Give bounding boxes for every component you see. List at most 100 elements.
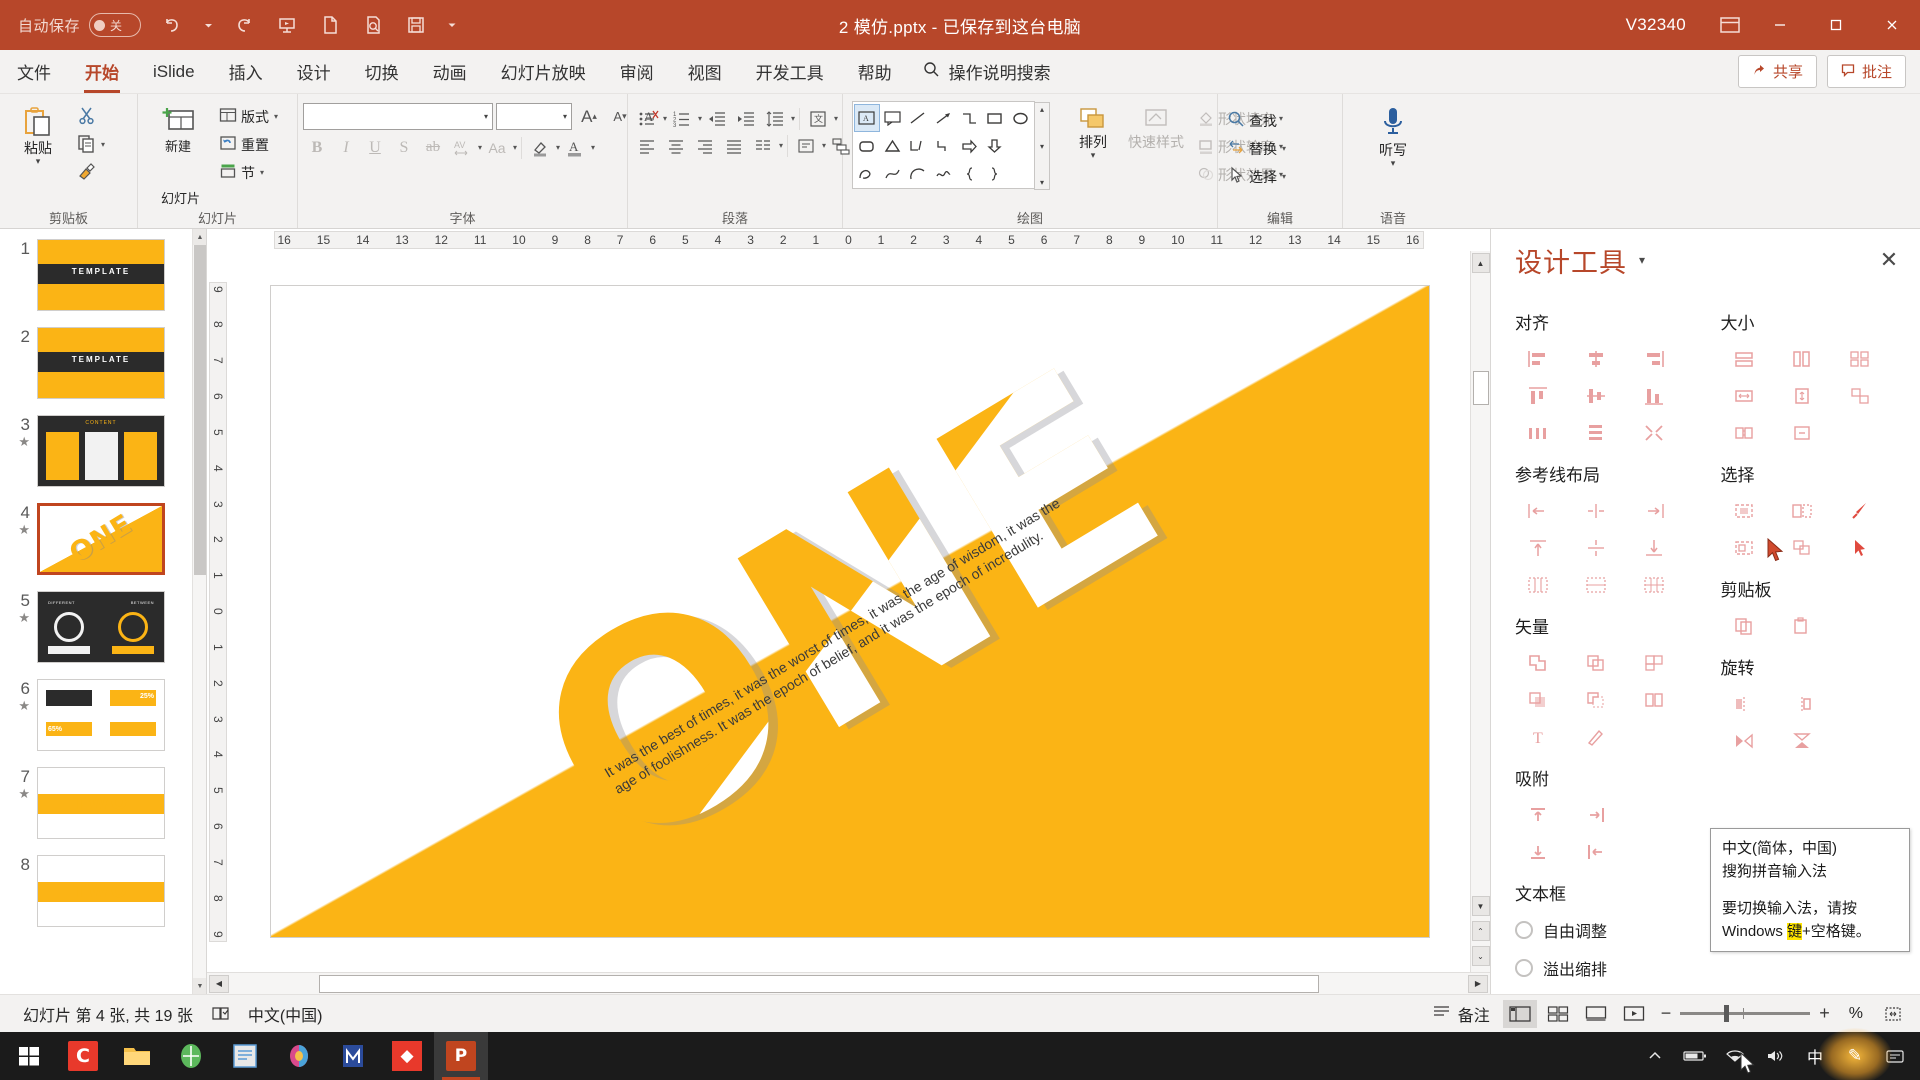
guide-grid-icon[interactable]	[1515, 566, 1561, 603]
maximize-button[interactable]	[1808, 0, 1864, 50]
slideshow-icon[interactable]	[1617, 1000, 1651, 1028]
combine-icon[interactable]	[1573, 644, 1619, 681]
thumbnail-image[interactable]: ONE	[37, 503, 165, 575]
guide-column-icon[interactable]	[1573, 566, 1619, 603]
copy-shape-icon[interactable]	[1721, 607, 1767, 644]
shape-freeform-icon[interactable]	[854, 160, 880, 188]
shape-right-brace-icon[interactable]	[982, 160, 1008, 188]
shape-triangle-icon[interactable]	[880, 132, 906, 160]
align-right-icon[interactable]	[691, 132, 719, 159]
zoom-percentage[interactable]: %	[1840, 1000, 1872, 1028]
taskbar-app-powerpoint[interactable]: P	[434, 1032, 488, 1080]
font-size-caret[interactable]: ▾	[563, 112, 567, 121]
shape-arrow-icon[interactable]	[931, 104, 957, 132]
slide-vscroll-thumb[interactable]	[1472, 371, 1489, 405]
tab-developer[interactable]: 开发工具	[739, 50, 841, 93]
close-icon[interactable]: ✕	[1874, 247, 1904, 273]
increase-font-size-button[interactable]: A ▴	[575, 103, 603, 130]
language-indicator[interactable]: 中文(中国)	[239, 1000, 332, 1028]
font-name-combo[interactable]: ▾	[303, 103, 493, 130]
snap-top-icon[interactable]	[1515, 796, 1561, 833]
thumbnail-image[interactable]: TEMPLATE	[37, 239, 165, 311]
size-reset-icon[interactable]	[1779, 414, 1825, 451]
tell-me-search[interactable]: 操作说明搜索	[909, 50, 1051, 93]
shapes-gallery-scrollbar[interactable]: ▴ ▾ ▾	[1034, 102, 1050, 190]
previous-slide-icon[interactable]: ⌃	[1471, 921, 1490, 941]
text-highlight-icon[interactable]	[526, 134, 554, 161]
tray-battery-icon[interactable]	[1676, 1032, 1714, 1080]
tab-design[interactable]: 设计	[280, 50, 348, 93]
fit-width-icon[interactable]	[1721, 377, 1767, 414]
reading-view-icon[interactable]	[1579, 1000, 1613, 1028]
select-same-fill-icon[interactable]	[1721, 492, 1767, 529]
cut-button[interactable]	[73, 103, 109, 130]
columns-icon[interactable]	[749, 132, 777, 159]
select-pointer-icon[interactable]	[1837, 529, 1883, 566]
copy-caret[interactable]: ▾	[101, 140, 105, 148]
thumbnail-scroll-thumb[interactable]	[194, 245, 206, 575]
guide-top-icon[interactable]	[1515, 529, 1561, 566]
snap-right-icon[interactable]	[1573, 796, 1619, 833]
same-height-icon[interactable]	[1779, 340, 1825, 377]
tab-insert[interactable]: 插入	[212, 50, 280, 93]
slide-scroll-up-icon[interactable]: ▲	[1471, 253, 1490, 273]
paste-caret[interactable]: ▾	[36, 157, 41, 166]
close-button[interactable]	[1864, 0, 1920, 50]
thumbnail-slide-5[interactable]: 5 ★ DIFFERENT BETWEEN	[0, 591, 192, 679]
customize-qat-caret[interactable]	[439, 5, 465, 45]
thumbnail-scroll-down-icon[interactable]: ▼	[193, 978, 206, 994]
thumbnail-scroll-up-icon[interactable]: ▲	[193, 229, 206, 245]
layout-caret[interactable]: ▾	[274, 112, 278, 120]
taskbar-app-color[interactable]	[272, 1032, 326, 1080]
taskbar-app-browser[interactable]	[164, 1032, 218, 1080]
thumbnail-image[interactable]: CONTENT	[37, 415, 165, 487]
same-width-icon[interactable]	[1721, 340, 1767, 377]
arrange-caret[interactable]: ▾	[1091, 151, 1096, 160]
fit-slide-icon[interactable]	[1876, 1000, 1910, 1028]
font-name-caret[interactable]: ▾	[484, 112, 488, 121]
new-file-icon[interactable]	[310, 5, 350, 45]
ribbon-display-options-icon[interactable]	[1708, 3, 1752, 47]
size-swap-icon[interactable]	[1721, 414, 1767, 451]
thumbnail-image[interactable]: TEMPLATE	[37, 327, 165, 399]
autosave-toggle[interactable]: 关	[89, 13, 142, 37]
rotate-left-icon[interactable]	[1721, 685, 1767, 722]
taskbar-app-editor[interactable]	[218, 1032, 272, 1080]
rotate-right-icon[interactable]	[1779, 685, 1825, 722]
line-spacing-icon[interactable]	[761, 105, 789, 132]
taskbar-app-file-explorer[interactable]	[110, 1032, 164, 1080]
decrease-indent-icon[interactable]	[703, 105, 731, 132]
align-center-icon[interactable]	[662, 132, 690, 159]
slide-scroll-left-icon[interactable]: ◀	[209, 974, 229, 993]
shape-rectangle-icon[interactable]	[982, 104, 1008, 132]
shape-rounded-rect-icon[interactable]	[854, 132, 880, 160]
print-preview-icon[interactable]	[353, 5, 393, 45]
columns-caret[interactable]: ▾	[779, 141, 783, 149]
snap-bottom-icon[interactable]	[1515, 833, 1561, 870]
comments-button[interactable]: 批注	[1826, 55, 1906, 88]
slide-vertical-scrollbar[interactable]: ▲ ▼ ⌃ ⌄	[1470, 251, 1490, 972]
slide-counter[interactable]: 幻灯片 第 4 张, 共 19 张	[14, 1000, 202, 1028]
text-direction-caret[interactable]: ▾	[834, 114, 838, 122]
dictate-caret[interactable]: ▾	[1391, 159, 1396, 168]
snap-left-icon[interactable]	[1573, 833, 1619, 870]
minimize-button[interactable]	[1752, 0, 1808, 50]
underline-button[interactable]: U	[361, 134, 389, 161]
shape-line-icon[interactable]	[905, 104, 931, 132]
taskbar-app-mindmap[interactable]	[326, 1032, 380, 1080]
shapes-gallery[interactable]: A ▴ ▾ ▾	[852, 101, 1050, 190]
bold-button[interactable]: B	[303, 134, 331, 161]
zoom-track[interactable]	[1680, 1005, 1811, 1022]
zoom-out-button[interactable]: −	[1661, 1003, 1672, 1024]
fit-both-icon[interactable]	[1837, 377, 1883, 414]
shape-scribble-icon[interactable]	[931, 160, 957, 188]
paste-shape-icon[interactable]	[1779, 607, 1825, 644]
share-button[interactable]: 共享	[1737, 55, 1817, 88]
tab-animations[interactable]: 动画	[416, 50, 484, 93]
align-left-icon[interactable]	[1515, 340, 1561, 377]
tab-transitions[interactable]: 切换	[348, 50, 416, 93]
shape-textbox-icon[interactable]: A	[854, 104, 880, 132]
line-spacing-caret[interactable]: ▾	[791, 114, 795, 122]
slide-hscroll-track[interactable]	[229, 974, 1468, 993]
vector-edit-icon[interactable]	[1573, 718, 1619, 755]
